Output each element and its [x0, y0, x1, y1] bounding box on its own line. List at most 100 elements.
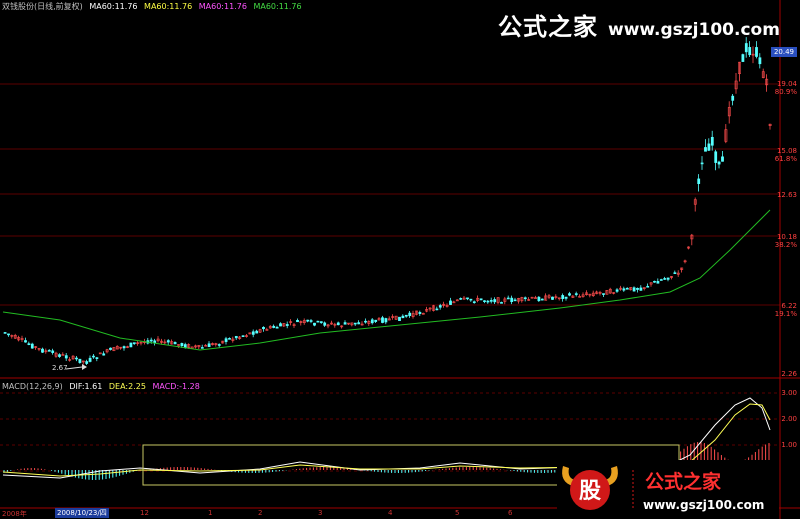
- candle-body: [700, 162, 704, 165]
- candle-body: [41, 348, 44, 353]
- candle-body: [166, 340, 170, 343]
- time-axis-tick: 5: [455, 509, 460, 517]
- stock-chart-window: 双钱股份(日线,前复权) MA60:11.76 MA60:11.76 MA60:…: [0, 0, 800, 519]
- candle-body: [217, 344, 221, 346]
- time-axis-tick: 4: [388, 509, 393, 517]
- macd-axis-label: 2.00: [781, 415, 797, 423]
- candle-body: [3, 332, 7, 334]
- candlestick-series: [3, 37, 772, 365]
- candle-body: [714, 151, 718, 163]
- candle-body: [755, 47, 758, 57]
- candle-body: [493, 299, 497, 303]
- macd-title: MACD(12,26,9): [2, 382, 63, 391]
- candle-body: [489, 300, 493, 302]
- candle-body: [92, 355, 95, 358]
- candle-body: [149, 339, 153, 342]
- price-label: 6.22: [781, 302, 797, 310]
- macd-axis-label: 3.00: [781, 389, 797, 397]
- candle-body: [622, 288, 626, 291]
- candle-body: [95, 357, 99, 359]
- fib-label: 19.1%: [774, 310, 797, 318]
- candle-body: [30, 343, 34, 349]
- ma-label-3: MA60:11.76: [198, 2, 247, 11]
- brand-badge: 股: [579, 479, 601, 504]
- candle-body: [500, 302, 503, 304]
- macd-axis-label: 1.00: [781, 441, 797, 449]
- candle-body: [122, 346, 126, 349]
- candle-body: [64, 355, 68, 359]
- candle-body: [24, 340, 27, 343]
- time-axis: 2008年 2008/10/23/四 12 1 2 3 4 5 6: [0, 508, 800, 519]
- candle-body: [27, 343, 31, 345]
- candle-body: [404, 314, 408, 317]
- candle-body: [731, 95, 735, 101]
- fib-label: 61.8%: [774, 155, 797, 163]
- ma-label-2: MA60:11.76: [144, 2, 193, 11]
- candle-body: [704, 147, 707, 152]
- candle-body: [306, 319, 310, 322]
- candle-body: [721, 156, 724, 162]
- candle-body: [364, 320, 367, 323]
- time-axis-tick: 3: [318, 509, 323, 517]
- price-label: 15.08: [776, 147, 797, 155]
- candle-body: [717, 161, 721, 165]
- candle-body: [483, 300, 486, 302]
- brand-url: www.gszj100.com: [608, 20, 780, 40]
- price-label: 12.63: [776, 191, 797, 199]
- price-label: 10.18: [776, 233, 797, 241]
- chart-canvas[interactable]: [0, 0, 800, 519]
- candle-body: [697, 178, 701, 184]
- candle-body: [459, 298, 463, 300]
- candle-body: [207, 343, 211, 348]
- candle-body: [183, 344, 187, 348]
- candle-body: [551, 296, 554, 300]
- candle-body: [241, 335, 245, 337]
- candle-body: [309, 320, 313, 322]
- candle-body: [625, 287, 629, 290]
- candle-body: [357, 322, 361, 325]
- candle-body: [568, 293, 571, 296]
- candle-body: [316, 320, 320, 323]
- candle-body: [710, 136, 714, 146]
- candle-body: [659, 279, 663, 281]
- macd-dif-value: DIF:1.61: [69, 382, 103, 391]
- candle-body: [537, 296, 541, 302]
- candle-body: [748, 47, 752, 56]
- candle-body: [466, 297, 469, 300]
- candle-body: [479, 298, 483, 301]
- candle-body: [384, 318, 388, 323]
- candle-body: [224, 338, 228, 342]
- candle-body: [75, 357, 78, 360]
- price-gridlines: [0, 83, 780, 472]
- candle-body: [663, 278, 667, 280]
- candle-body: [741, 54, 745, 62]
- brand-name-bottom: 公式之家: [645, 470, 722, 493]
- candle-body: [109, 347, 112, 350]
- candle-body: [561, 295, 565, 299]
- brand-watermark-top: 公式之家 www.gszj100.com: [498, 7, 780, 42]
- time-axis-tick: 6: [508, 509, 513, 517]
- fib-label: 80.9%: [774, 88, 797, 96]
- candle-body: [707, 143, 711, 151]
- candle-body: [398, 316, 401, 321]
- time-axis-tick: 2: [258, 509, 263, 517]
- candle-body: [758, 57, 762, 65]
- candle-body: [744, 43, 748, 53]
- stock-title: 双钱股份(日线,前复权): [2, 2, 83, 11]
- candle-body: [602, 293, 605, 295]
- candle-body: [673, 272, 677, 274]
- candle-body: [313, 322, 316, 326]
- candle-body: [272, 325, 276, 328]
- candle-body: [564, 296, 568, 299]
- candle-body: [408, 312, 412, 317]
- candle-body: [88, 357, 92, 362]
- candle-body: [262, 326, 265, 330]
- candle-body: [506, 297, 510, 300]
- candle-body: [7, 333, 10, 336]
- time-axis-tick: 1: [208, 509, 213, 517]
- ma60-line: [2, 209, 771, 351]
- candle-body: [343, 322, 347, 325]
- price-high-label: 20.49: [770, 47, 797, 57]
- candle-body: [173, 342, 177, 345]
- candle-body: [51, 350, 55, 353]
